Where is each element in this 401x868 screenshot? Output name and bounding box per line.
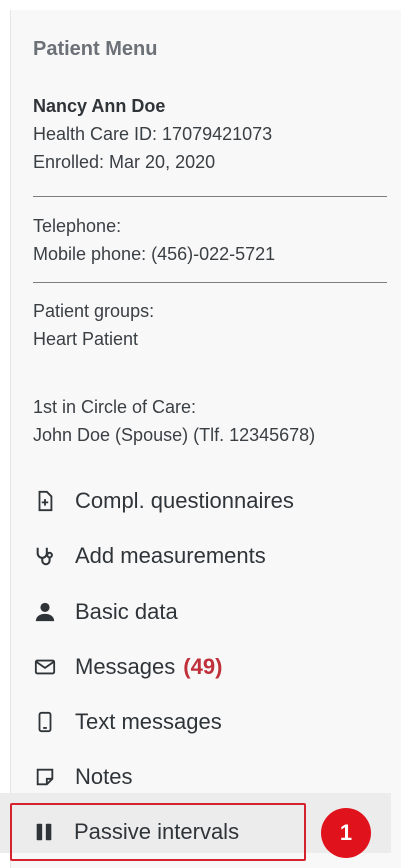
contact-info: Telephone: Mobile phone: (456)-022-5721 xyxy=(33,212,275,268)
telephone-label: Telephone: xyxy=(33,216,122,236)
patient-groups-label: Patient groups: xyxy=(33,301,155,321)
menu-item-label: Add measurements xyxy=(75,543,266,568)
mobile-phone-icon xyxy=(33,710,57,734)
patient-menu-panel: Patient Menu Nancy Ann Doe Health Care I… xyxy=(10,10,401,868)
person-icon xyxy=(33,600,57,624)
patient-groups: Patient groups: Heart Patient xyxy=(33,297,154,353)
circle-of-care-label: 1st in Circle of Care: xyxy=(33,397,197,417)
note-icon xyxy=(33,765,57,789)
menu-item-label: Messages xyxy=(75,654,176,679)
step-number-badge: 1 xyxy=(321,808,371,858)
menu-item-text-messages[interactable]: Text messages xyxy=(33,704,222,740)
menu-item-add-measurements[interactable]: Add measurements xyxy=(33,538,266,574)
stethoscope-icon xyxy=(33,544,57,568)
patient-name: Nancy Ann Doe xyxy=(33,96,166,116)
highlight-box xyxy=(10,803,306,861)
enrolled-date: Enrolled: Mar 20, 2020 xyxy=(33,152,216,172)
circle-of-care: 1st in Circle of Care: John Doe (Spouse)… xyxy=(33,393,315,449)
menu-item-basic-data[interactable]: Basic data xyxy=(33,594,178,630)
health-care-id: Health Care ID: 17079421073 xyxy=(33,124,273,144)
menu-item-label: Compl. questionnaires xyxy=(75,488,294,513)
document-plus-icon xyxy=(33,489,57,513)
menu-item-questionnaires[interactable]: Compl. questionnaires xyxy=(33,483,294,519)
patient-groups-value: Heart Patient xyxy=(33,329,139,349)
patient-info: Nancy Ann Doe Health Care ID: 1707942107… xyxy=(33,92,272,176)
menu-item-label: Text messages xyxy=(75,709,222,734)
menu-item-messages[interactable]: Messages (49) xyxy=(33,649,222,685)
mobile-phone: Mobile phone: (456)-022-5721 xyxy=(33,244,276,264)
panel-title: Patient Menu xyxy=(33,38,158,60)
divider xyxy=(33,196,387,197)
unread-count-badge: (49) xyxy=(183,654,223,679)
circle-of-care-value: John Doe (Spouse) (Tlf. 12345678) xyxy=(33,425,316,445)
menu-item-notes[interactable]: Notes xyxy=(33,759,132,795)
menu-item-label: Notes xyxy=(75,764,133,789)
envelope-icon xyxy=(33,655,57,679)
menu-item-label: Basic data xyxy=(75,599,178,624)
divider xyxy=(33,282,387,283)
